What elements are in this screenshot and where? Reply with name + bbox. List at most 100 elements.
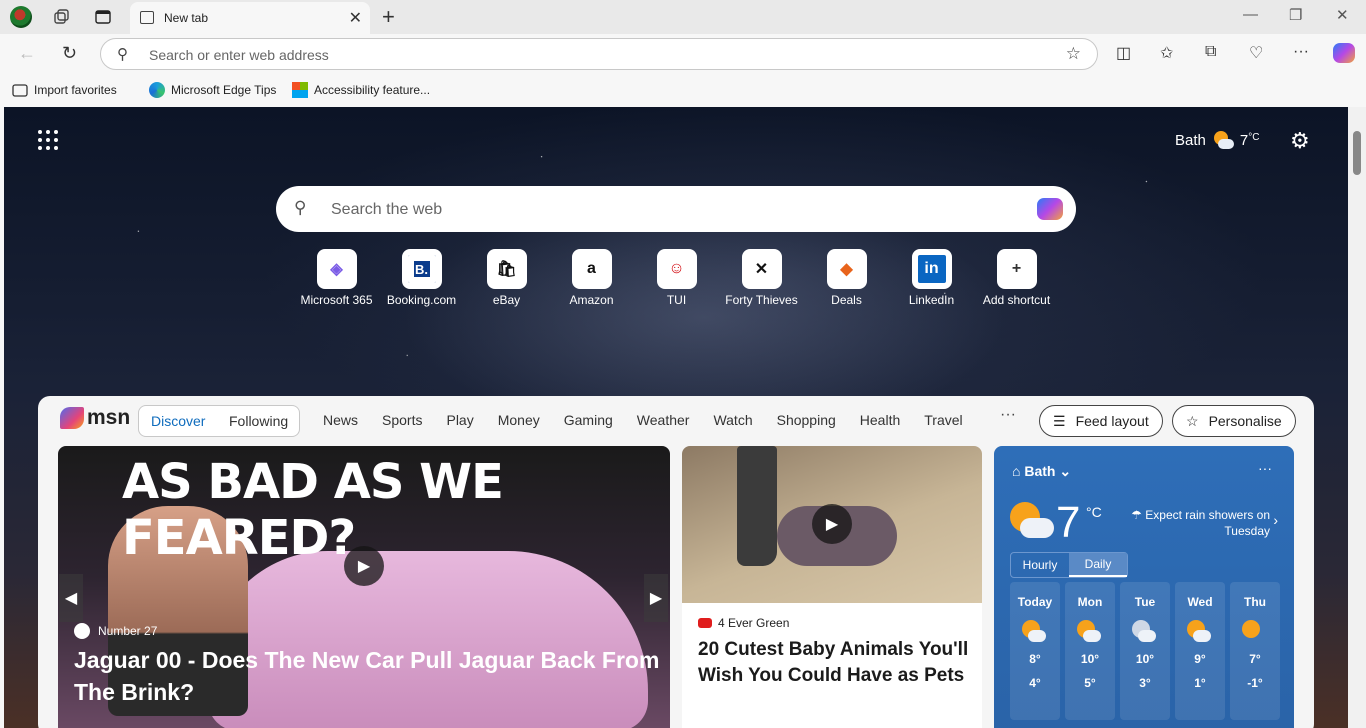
search-icon: ⚲ [294,198,307,217]
favorite-import[interactable]: Import favorites [12,82,117,98]
story-source-name: Number 27 [98,624,158,638]
web-search-box[interactable]: ⚲ Search the web [276,186,1076,232]
header-weather-unit: °C [1248,131,1260,143]
shortcut-label: Booking.com [386,293,457,307]
forecast-day[interactable]: Thu 7° -1° [1230,582,1280,720]
daily-tab[interactable]: Daily [1069,553,1127,577]
address-bar[interactable]: ⚲ Search or enter web address ☆ [100,38,1098,70]
browser-essentials-icon[interactable]: ♡ [1249,43,1263,63]
forecast-day[interactable]: Tue 10° 3° [1120,582,1170,720]
forecast-day-name: Mon [1077,595,1103,609]
partly-cloudy-icon [1187,620,1213,642]
favorites-bar: Import favorites Microsoft Edge Tips Acc… [0,74,1366,106]
scrollbar-thumb[interactable] [1353,131,1361,175]
weather-forecast-note[interactable]: ☂ Expect rain showers on Tuesday [1122,507,1270,539]
hourly-tab[interactable]: Hourly [1011,553,1069,577]
personalise-button[interactable]: ☆ Personalise [1172,405,1296,437]
main-story-title[interactable]: Jaguar 00 - Does The New Car Pull Jaguar… [74,644,664,708]
side-story-card[interactable]: ▶ 4 Ever Green 20 Cutest Baby Animals Yo… [682,446,982,728]
feed-layout-button[interactable]: ☰ Feed layout [1039,405,1163,437]
boot-image [737,446,777,566]
favorites-icon[interactable]: ✩ [1160,43,1173,63]
favorite-label: Accessibility feature... [314,83,431,97]
collections-icon[interactable]: ⧉ [1205,43,1216,61]
settings-more-icon[interactable]: ··· [1293,43,1309,61]
restore-button[interactable]: ❐ [1289,6,1302,24]
forecast-day[interactable]: Mon 10° 5° [1065,582,1115,720]
new-tab-button[interactable]: + [382,4,395,30]
profile-avatar[interactable] [10,6,32,28]
weather-location-name: Bath [1024,463,1056,479]
daily-forecast: Today 8° 4° Mon 10° 5° Tue 10° 3° Wed 9° 1° Thu 7° -1° [1010,582,1280,720]
shortcut-label: Microsoft 365 [300,293,373,307]
thumbnail-headline: AS BAD AS WE FEARED? [122,454,504,566]
refresh-button[interactable]: ↻ [62,43,77,64]
forecast-day[interactable]: Wed 9° 1° [1175,582,1225,720]
close-window-button[interactable]: ✕ [1336,6,1349,24]
category-shopping[interactable]: Shopping [777,412,836,428]
msn-logo[interactable]: msn [60,406,130,430]
page-settings-icon[interactable]: ⚙ [1290,128,1310,154]
shortcut-logo-icon: a [571,249,612,289]
shortcut-forty-thieves[interactable]: ✕ Forty Thieves [719,249,804,307]
category-gaming[interactable]: Gaming [564,412,613,428]
shortcut-linkedin[interactable]: in LinkedIn [889,249,974,307]
favorite-accessibility[interactable]: Accessibility feature... [292,82,430,98]
vertical-tabs-icon[interactable] [92,6,114,28]
copilot-icon[interactable] [1037,198,1063,220]
carousel-next-button[interactable]: ▶ [644,574,668,622]
tab-discover[interactable]: Discover [151,413,205,429]
weather-card[interactable]: ⌂ Bath ⌄ ··· 7 °C ☂ Expect rain showers … [994,446,1294,728]
more-categories-icon[interactable]: ··· [1000,406,1016,424]
copilot-icon[interactable] [1333,43,1355,63]
play-icon[interactable]: ▶ [344,546,384,586]
category-travel[interactable]: Travel [924,412,962,428]
rain-icon [1132,620,1158,642]
category-play[interactable]: Play [446,412,473,428]
category-watch[interactable]: Watch [713,412,752,428]
shortcut-tui[interactable]: ☺ TUI [634,249,719,307]
shortcut-label: LinkedIn [908,293,955,307]
side-story-title[interactable]: 20 Cutest Baby Animals You'll Wish You C… [698,637,973,689]
carousel-prev-button[interactable]: ◀ [59,574,83,622]
star-icon: ☆ [1186,412,1199,429]
shortcut-logo-icon: ◆ [826,249,867,289]
story-image: ▶ [682,446,982,603]
minimize-button[interactable]: — [1243,6,1258,23]
workspaces-icon[interactable] [50,6,72,28]
feed-tab-switch: Discover Following [138,405,300,437]
shortcut-ebay[interactable]: 🛍 eBay [464,249,549,307]
page-scrollbar[interactable] [1348,107,1366,728]
shortcut-booking-com[interactable]: B. Booking.com [379,249,464,307]
umbrella-icon: ☂ [1131,508,1142,522]
back-button[interactable]: ← [18,43,36,64]
weather-location[interactable]: ⌂ Bath ⌄ [1012,463,1071,480]
category-weather[interactable]: Weather [637,412,690,428]
forecast-low: 1° [1194,676,1206,690]
header-weather[interactable]: Bath 7 °C [1175,131,1259,149]
tab-title: New tab [164,11,209,25]
category-money[interactable]: Money [498,412,540,428]
app-launcher-icon[interactable] [38,130,58,150]
chevron-right-icon[interactable]: › [1273,512,1278,528]
category-news[interactable]: News [323,412,358,428]
shortcut-deals[interactable]: ◆ Deals [804,249,889,307]
main-story-card[interactable]: AS BAD AS WE FEARED? ▶ ◀ ▶ Number 27 Jag… [58,446,670,728]
shortcut-logo-icon: ◈ [316,249,357,289]
close-tab-icon[interactable]: ✕ [349,8,362,28]
shortcut-amazon[interactable]: a Amazon [549,249,634,307]
category-health[interactable]: Health [860,412,900,428]
tab-new-tab[interactable]: New tab ✕ [130,2,370,34]
favorite-edge-tips[interactable]: Microsoft Edge Tips [149,82,276,98]
partly-cloudy-icon [1010,502,1054,540]
shortcut-add-shortcut[interactable]: + Add shortcut [974,249,1059,307]
shortcut-microsoft-365[interactable]: ◈ Microsoft 365 [294,249,379,307]
forecast-day[interactable]: Today 8° 4° [1010,582,1060,720]
weather-more-icon[interactable]: ··· [1258,460,1272,476]
category-sports[interactable]: Sports [382,412,422,428]
play-icon[interactable]: ▶ [812,504,852,544]
tab-following[interactable]: Following [229,413,288,429]
favorite-star-icon[interactable]: ☆ [1066,44,1081,64]
forecast-low: 4° [1029,676,1041,690]
split-screen-icon[interactable]: ◫ [1116,43,1131,63]
